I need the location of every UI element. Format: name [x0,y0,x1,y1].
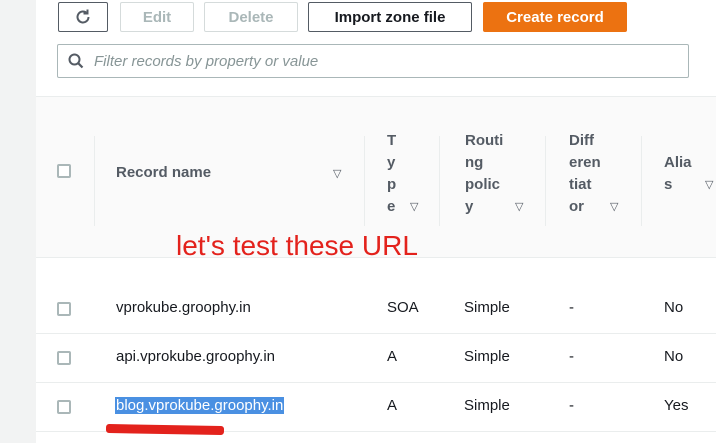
record-type: SOA [387,299,419,316]
column-divider [439,136,440,226]
record-routing: Simple [464,397,510,414]
header-differentiator[interactable]: Diff eren tiat or [569,130,605,218]
column-divider [364,136,365,226]
delete-button[interactable]: Delete [204,2,298,32]
selected-text-highlight: blog.vprokube.groophy.in [115,397,285,414]
header-differentiator-label: Diff eren tiat or [569,132,601,215]
header-type-label: T y p e [387,132,397,215]
edit-button[interactable]: Edit [120,2,194,32]
column-divider [641,136,642,226]
record-type: A [387,397,398,414]
row-checkbox[interactable] [57,351,71,365]
record-name-link[interactable]: blog.vprokube.groophy.in [115,397,285,414]
header-record-name-label: Record name [116,164,212,181]
sort-routing-policy-icon[interactable]: ▽ [515,200,523,213]
sort-type-icon[interactable]: ▽ [410,200,418,213]
import-zone-file-button[interactable]: Import zone file [308,2,472,32]
select-all-checkbox[interactable] [57,164,71,178]
header-type[interactable]: T y p e [387,130,401,218]
column-divider [545,136,546,226]
record-alias: Yes [664,397,689,414]
record-type: A [387,348,398,365]
create-record-button[interactable]: Create record [483,2,627,32]
record-alias: No [664,299,684,316]
record-differentiator: - [569,348,574,365]
row-checkbox[interactable] [57,302,71,316]
table-row[interactable]: api.vprokube.groophy.in A Simple - No [36,334,716,383]
record-differentiator: - [569,397,574,414]
header-routing-policy[interactable]: Routi ng polic y [465,130,509,218]
refresh-button[interactable] [58,2,108,32]
row-checkbox[interactable] [57,400,71,414]
sort-alias-icon[interactable]: ▽ [705,178,713,191]
filter-records-input[interactable] [92,51,688,71]
record-routing: Simple [464,348,510,365]
refresh-icon [76,9,90,24]
column-divider [94,136,95,226]
record-name: vprokube.groophy.in [116,299,251,316]
header-alias[interactable]: Alia s [664,152,700,196]
filter-search-box[interactable] [57,44,689,78]
annotation-text: let's test these URL [176,230,418,261]
record-differentiator: - [569,299,574,316]
table-row[interactable]: vprokube.groophy.in SOA Simple - No [36,285,716,334]
record-alias: No [664,348,684,365]
header-alias-label: Alia s [664,154,692,193]
record-routing: Simple [464,299,510,316]
record-name: api.vprokube.groophy.in [116,348,275,365]
sort-record-name-icon[interactable]: ▽ [333,167,341,180]
sort-differentiator-icon[interactable]: ▽ [610,200,618,213]
search-icon [68,53,84,69]
header-record-name[interactable]: Record name [116,162,211,184]
header-routing-policy-label: Routi ng polic y [465,132,504,215]
